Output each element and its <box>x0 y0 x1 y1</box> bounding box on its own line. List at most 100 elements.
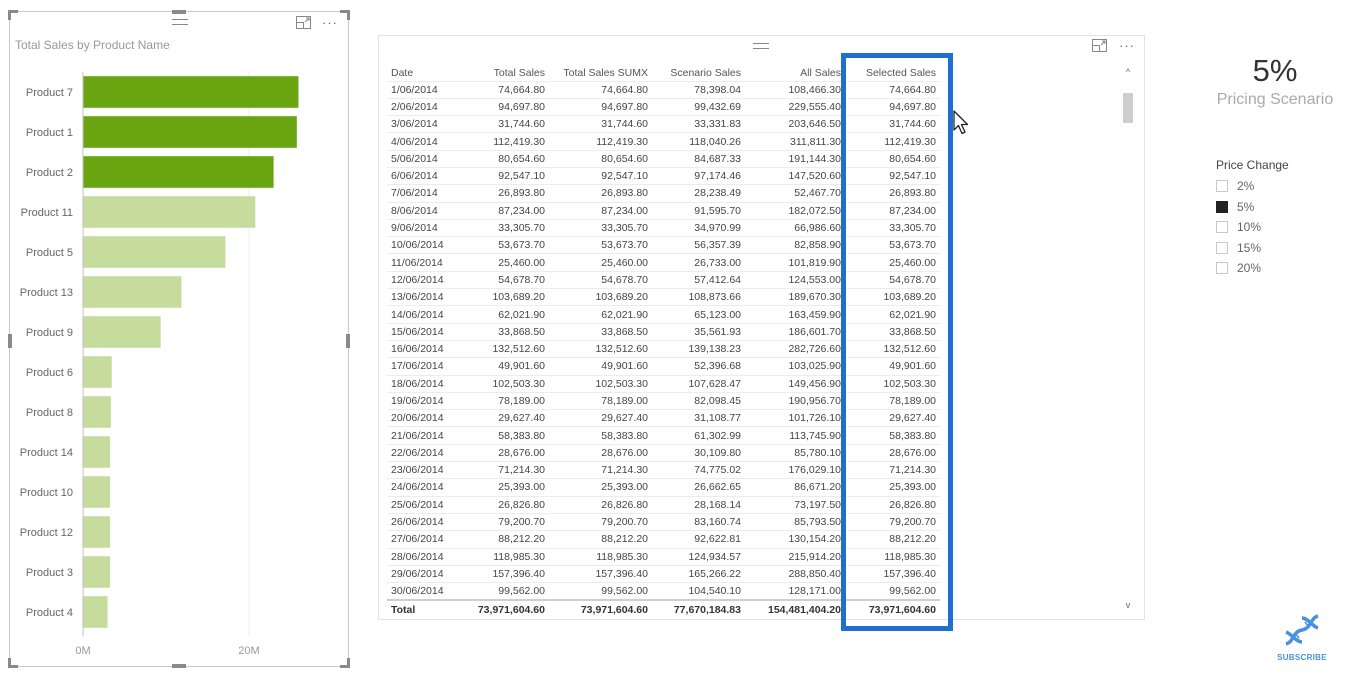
column-header-selected-sales[interactable]: Selected Sales <box>845 65 940 81</box>
table-row[interactable]: 19/06/2014 78,189.00 78,189.00 82,098.45 190… <box>387 391 940 410</box>
table-row[interactable]: 5/06/2014 80,654.60 80,654.60 84,687.33 191,… <box>387 149 940 168</box>
table-row[interactable]: 4/06/2014 112,419.30 112,419.30 118,040.26 3… <box>387 132 940 151</box>
table-row[interactable]: 3/06/2014 31,744.60 31,744.60 33,331.83 203,… <box>387 115 940 133</box>
cell-all-sales: 85,793.50 <box>745 512 845 531</box>
bar-product-3[interactable] <box>83 556 111 588</box>
total-total-sales-sumx: 73,971,604.60 <box>549 598 652 620</box>
cell-selected-sales: 62,021.90 <box>845 305 940 324</box>
bar-product-4[interactable] <box>83 596 108 628</box>
table-row[interactable]: 11/06/2014 25,460.00 25,460.00 26,733.00 101… <box>387 253 940 272</box>
cell-scenario-sales: 139,138.23 <box>652 339 745 358</box>
checkbox-unchecked-icon[interactable] <box>1216 241 1228 254</box>
slicer-option[interactable]: 5% <box>1216 197 1326 218</box>
category-label: Product 2 <box>26 167 73 179</box>
column-header-scenario-sales[interactable]: Scenario Sales <box>652 65 745 81</box>
checkbox-unchecked-icon[interactable] <box>1216 180 1228 193</box>
cell-selected-sales: 102,503.30 <box>845 374 940 393</box>
cell-total-sales-sumx: 157,396.40 <box>549 564 652 583</box>
table-row[interactable]: 18/06/2014 102,503.30 102,503.30 107,628.47… <box>387 374 940 393</box>
bar-product-5[interactable] <box>83 236 226 268</box>
checkbox-unchecked-icon[interactable] <box>1216 262 1228 275</box>
table-row[interactable]: 30/06/2014 99,562.00 99,562.00 104,540.10 12… <box>387 582 940 600</box>
table-row[interactable]: 23/06/2014 71,214.30 71,214.30 74,775.02 176… <box>387 461 940 479</box>
table-row[interactable]: 9/06/2014 33,305.70 33,305.70 34,970.99 66,9… <box>387 218 940 237</box>
bar-product-2[interactable] <box>83 156 274 188</box>
table-row[interactable]: 16/06/2014 132,512.60 132,512.60 139,138.23… <box>387 339 940 358</box>
table-row[interactable]: 26/06/2014 79,200.70 79,200.70 83,160.74 85,… <box>387 512 940 531</box>
table-row[interactable]: 1/06/2014 74,664.80 74,664.80 78,398.04 108,… <box>387 80 940 99</box>
checkbox-checked-icon[interactable] <box>1216 200 1228 213</box>
column-header-total-sales[interactable]: Total Sales <box>457 65 549 81</box>
category-label: Product 9 <box>26 327 73 339</box>
bar-product-13[interactable] <box>83 276 182 308</box>
table-row[interactable]: 2/06/2014 94,697.80 94,697.80 99,432.69 229,… <box>387 97 940 116</box>
table-row[interactable]: 12/06/2014 54,678.70 54,678.70 57,412.64 124… <box>387 270 940 289</box>
table-row[interactable]: 22/06/2014 28,676.00 28,676.00 30,109.80 85,… <box>387 443 940 462</box>
table-row[interactable]: 8/06/2014 87,234.00 87,234.00 91,595.70 182,… <box>387 201 940 220</box>
cell-selected-sales: 28,676.00 <box>845 443 940 462</box>
bar-product-7[interactable] <box>83 76 299 108</box>
drag-grip-icon[interactable] <box>753 43 769 49</box>
cell-total-sales-sumx: 80,654.60 <box>549 149 652 168</box>
slicer-option[interactable]: 10% <box>1216 217 1326 238</box>
scroll-up-arrow-icon[interactable]: ^ <box>1122 67 1134 79</box>
cell-scenario-sales: 92,622.81 <box>652 530 745 549</box>
category-label: Product 12 <box>20 527 73 539</box>
column-header-date[interactable]: Date <box>387 65 457 81</box>
table-row[interactable]: 25/06/2014 26,826.80 26,826.80 28,168.14 73,… <box>387 495 940 514</box>
focus-mode-icon[interactable] <box>1092 39 1107 52</box>
cell-total-sales: 33,868.50 <box>457 322 549 341</box>
cell-date: 16/06/2014 <box>387 339 457 358</box>
table-row[interactable]: 21/06/2014 58,383.80 58,383.80 61,302.99 113… <box>387 426 940 445</box>
slicer-option[interactable]: 15% <box>1216 238 1326 259</box>
table-row[interactable]: 15/06/2014 33,868.50 33,868.50 35,561.93 186… <box>387 322 940 341</box>
cell-total-sales-sumx: 118,985.30 <box>549 547 652 566</box>
more-options-icon[interactable]: ··· <box>1119 39 1135 52</box>
cell-total-sales-sumx: 49,901.60 <box>549 357 652 376</box>
cell-all-sales: 147,520.60 <box>745 166 845 185</box>
table-row[interactable]: 7/06/2014 26,893.80 26,893.80 28,238.49 52,4… <box>387 184 940 203</box>
table-row[interactable]: 20/06/2014 29,627.40 29,627.40 31,108.77 101… <box>387 409 940 427</box>
slicer-option[interactable]: 2% <box>1216 176 1326 197</box>
scrollbar-thumb[interactable] <box>1123 93 1133 123</box>
bar-product-6[interactable] <box>83 356 112 388</box>
table-row[interactable]: 10/06/2014 53,673.70 53,673.70 56,357.39 82,… <box>387 236 940 254</box>
table-row[interactable]: 13/06/2014 103,689.20 103,689.20 108,873.66… <box>387 288 940 306</box>
table-total-row[interactable]: Total 73,971,604.60 73,971,604.60 77,670,18… <box>387 598 940 620</box>
column-header-all-sales[interactable]: All Sales <box>745 65 845 81</box>
cell-date: 23/06/2014 <box>387 461 457 479</box>
cell-selected-sales: 88,212.20 <box>845 530 940 549</box>
bar-product-14[interactable] <box>83 436 111 468</box>
cell-selected-sales: 80,654.60 <box>845 149 940 168</box>
table-row[interactable]: 29/06/2014 157,396.40 157,396.40 165,266.22… <box>387 564 940 583</box>
table-row[interactable]: 14/06/2014 62,021.90 62,021.90 65,123.00 163… <box>387 305 940 324</box>
cell-date: 1/06/2014 <box>387 80 457 99</box>
table-row[interactable]: 6/06/2014 92,547.10 92,547.10 97,174.46 147,… <box>387 166 940 185</box>
cell-scenario-sales: 26,662.65 <box>652 478 745 497</box>
scroll-down-arrow-icon[interactable]: v <box>1122 600 1134 612</box>
table-row[interactable]: 28/06/2014 118,985.30 118,985.30 124,934.57… <box>387 547 940 566</box>
bar-product-9[interactable] <box>83 316 161 348</box>
table-row[interactable]: 24/06/2014 25,393.00 25,393.00 26,662.65 86,… <box>387 478 940 497</box>
cell-all-sales: 108,466.30 <box>745 80 845 99</box>
vertical-scrollbar[interactable]: ^ v <box>1122 67 1134 612</box>
bar-chart-visual[interactable]: ··· Total Sales by Product Name 0M 20M Pro… <box>8 10 350 668</box>
column-header-total-sales-sumx[interactable]: Total Sales SUMX <box>549 65 652 81</box>
bar-product-10[interactable] <box>83 476 111 508</box>
bar-product-1[interactable] <box>83 116 297 148</box>
cell-total-sales-sumx: 33,305.70 <box>549 218 652 237</box>
cell-scenario-sales: 104,540.10 <box>652 582 745 600</box>
bar-product-8[interactable] <box>83 396 111 428</box>
bar-product-11[interactable] <box>83 196 256 228</box>
table-visual[interactable]: ··· Date Total Sales Total Sales SUMX Sc… <box>378 35 1145 620</box>
table-row[interactable]: 27/06/2014 88,212.20 88,212.20 92,622.81 130… <box>387 530 940 549</box>
subscribe-button[interactable]: SUBSCRIBE <box>1272 612 1332 662</box>
cell-scenario-sales: 74,775.02 <box>652 461 745 479</box>
cell-all-sales: 190,956.70 <box>745 391 845 410</box>
slicer-option[interactable]: 20% <box>1216 258 1326 279</box>
bar-product-12[interactable] <box>83 516 111 548</box>
table-row[interactable]: 17/06/2014 49,901.60 49,901.60 52,396.68 103… <box>387 357 940 376</box>
checkbox-unchecked-icon[interactable] <box>1216 221 1228 234</box>
cell-total-sales-sumx: 103,689.20 <box>549 288 652 306</box>
cell-scenario-sales: 52,396.68 <box>652 357 745 376</box>
